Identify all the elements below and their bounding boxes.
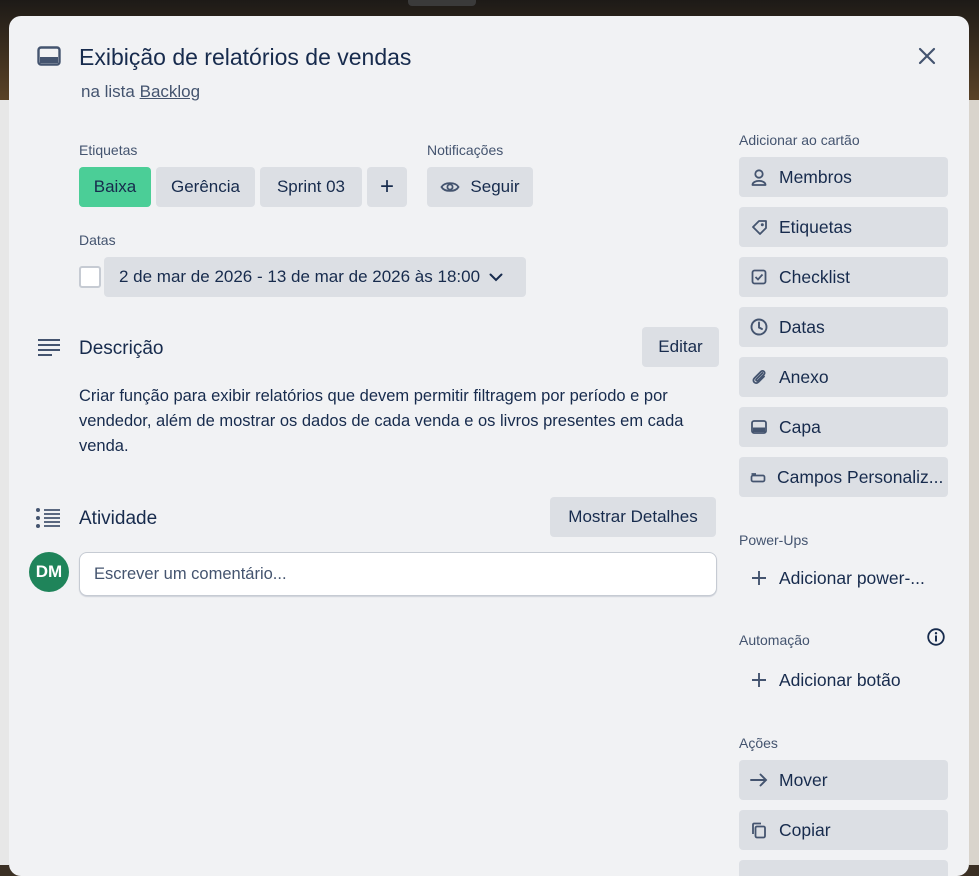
show-details-button[interactable]: Mostrar Detalhes xyxy=(550,497,716,537)
move-button[interactable]: Mover xyxy=(739,760,948,800)
description-text[interactable]: Criar função para exibir relatórios que … xyxy=(79,384,719,459)
add-to-card-heading: Adicionar ao cartão xyxy=(739,132,860,148)
comment-input[interactable]: Escrever um comentário... xyxy=(79,552,717,596)
sidebar-labels-label: Etiquetas xyxy=(779,216,852,237)
next-action-button[interactable] xyxy=(739,860,948,876)
description-icon xyxy=(37,338,61,356)
labels-heading: Etiquetas xyxy=(79,142,138,158)
dates-heading: Datas xyxy=(79,232,116,248)
sidebar-attachment-button[interactable]: Anexo xyxy=(739,357,948,397)
person-icon xyxy=(751,168,767,186)
sidebar-labels-button[interactable]: Etiquetas xyxy=(739,207,948,247)
dates-value: 2 de mar de 2026 - 13 de mar de 2026 às … xyxy=(119,267,481,286)
list-prefix: na lista xyxy=(81,82,135,101)
edit-description-button[interactable]: Editar xyxy=(642,327,719,367)
card-icon xyxy=(37,46,61,66)
label-chip-gerencia[interactable]: Gerência xyxy=(156,167,255,207)
copy-label: Copiar xyxy=(779,819,831,840)
plus-icon xyxy=(752,673,766,687)
due-date-checkbox[interactable] xyxy=(79,266,101,288)
activity-heading: Atividade xyxy=(79,508,158,529)
move-label: Mover xyxy=(779,769,828,790)
avatar[interactable]: DM xyxy=(29,552,69,592)
copy-icon xyxy=(752,822,766,838)
close-icon xyxy=(918,47,936,65)
plus-icon xyxy=(752,571,766,585)
notifications-heading: Notificações xyxy=(427,142,504,158)
sidebar-dates-button[interactable]: Datas xyxy=(739,307,948,347)
clock-icon xyxy=(750,318,768,336)
sidebar-dates-label: Datas xyxy=(779,316,825,337)
follow-button[interactable]: Seguir xyxy=(427,167,533,207)
checklist-icon xyxy=(751,269,767,285)
info-icon[interactable] xyxy=(927,628,945,646)
actions-heading: Ações xyxy=(739,735,778,751)
eye-icon xyxy=(440,182,460,192)
list-link[interactable]: Backlog xyxy=(140,82,200,101)
copy-button[interactable]: Copiar xyxy=(739,810,948,850)
sidebar-members-label: Membros xyxy=(779,166,852,187)
label-chip-baixa[interactable]: Baixa xyxy=(79,167,151,207)
label-chip-sprint[interactable]: Sprint 03 xyxy=(260,167,362,207)
board-left-strip xyxy=(0,100,9,865)
sidebar-attachment-label: Anexo xyxy=(779,366,829,387)
dates-dropdown[interactable]: 2 de mar de 2026 - 13 de mar de 2026 às … xyxy=(104,257,526,297)
add-automation-button[interactable]: Adicionar botão xyxy=(739,660,948,700)
tag-icon xyxy=(751,219,767,235)
sidebar-cover-label: Capa xyxy=(779,416,821,437)
custom-fields-icon xyxy=(750,473,766,483)
add-label-button[interactable]: + xyxy=(367,167,407,207)
sidebar-cover-button[interactable]: Capa xyxy=(739,407,948,447)
sidebar-checklist-button[interactable]: Checklist xyxy=(739,257,948,297)
chevron-down-icon xyxy=(489,273,503,281)
cover-icon xyxy=(751,420,767,434)
paperclip-icon xyxy=(752,369,766,384)
description-heading: Descrição xyxy=(79,338,164,359)
board-top-tab xyxy=(408,0,476,6)
sidebar-custom-fields-label: Campos Personaliz... xyxy=(777,466,944,487)
follow-label: Seguir xyxy=(470,177,520,196)
automation-heading: Automação xyxy=(739,632,810,648)
sidebar-custom-fields-button[interactable]: Campos Personaliz... xyxy=(739,457,948,497)
close-button[interactable] xyxy=(913,42,941,70)
sidebar-checklist-label: Checklist xyxy=(779,266,850,287)
powerups-heading: Power-Ups xyxy=(739,532,809,548)
add-powerup-button[interactable]: Adicionar power-... xyxy=(739,558,948,598)
sidebar-members-button[interactable]: Membros xyxy=(739,157,948,197)
activity-icon xyxy=(35,508,61,528)
add-automation-label: Adicionar botão xyxy=(779,669,901,690)
card-title[interactable]: Exibição de relatórios de vendas xyxy=(79,44,411,71)
board-right-strip xyxy=(969,100,979,865)
arrow-right-icon xyxy=(750,773,768,787)
add-powerup-label: Adicionar power-... xyxy=(779,567,925,588)
card-detail-modal: Exibição de relatórios de vendas na list… xyxy=(9,16,969,876)
list-indicator: na lista Backlog xyxy=(81,82,200,102)
